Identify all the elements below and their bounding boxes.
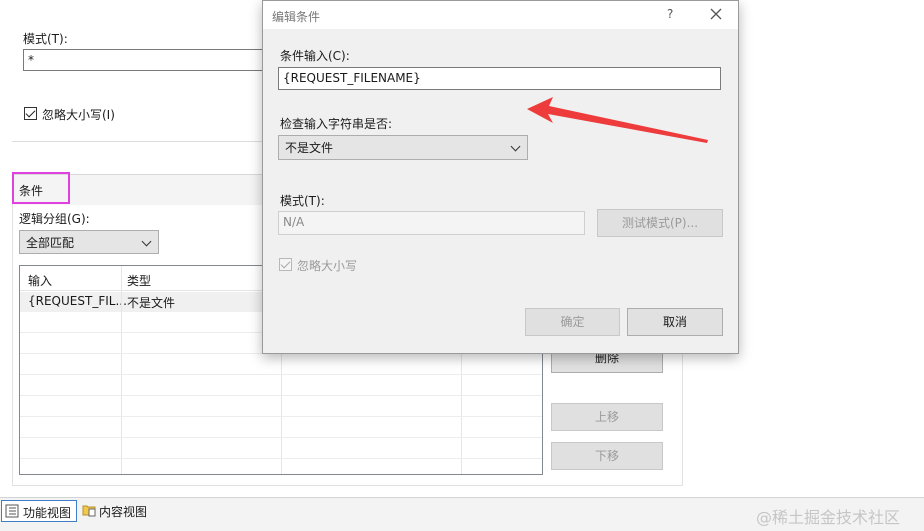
close-icon[interactable] (709, 7, 723, 21)
help-icon[interactable]: ? (667, 7, 673, 21)
logical-group-select[interactable]: 全部匹配 (19, 230, 159, 254)
check-type-select[interactable]: 不是文件 (278, 135, 528, 160)
ok-button[interactable]: 确定 (525, 308, 620, 336)
cancel-button[interactable]: 取消 (627, 308, 723, 336)
dialog-pattern-label: 模式(T): (280, 194, 325, 208)
edit-condition-dialog: 编辑条件 ? 条件输入(C): {REQUEST_FILENAME} 检查输入字… (262, 0, 739, 354)
ignore-case-checkbox[interactable] (24, 107, 37, 120)
move-up-button[interactable]: 上移 (551, 403, 663, 431)
ignore-case-label: 忽略大小写(I) (42, 108, 115, 122)
grid-header-input[interactable]: 输入 (28, 272, 52, 289)
tab-features-view-label: 功能视图 (23, 506, 72, 520)
move-down-button[interactable]: 下移 (551, 442, 663, 470)
watermark: @稀土掘金技术社区 (756, 508, 901, 527)
chevron-down-icon (141, 236, 152, 247)
condition-input-field[interactable]: {REQUEST_FILENAME} (278, 67, 721, 90)
grid-header-type[interactable]: 类型 (127, 272, 151, 289)
tab-content-view[interactable]: 内容视图 (79, 500, 155, 522)
content-view-icon (82, 505, 96, 517)
conditions-header: 条件 (19, 184, 44, 198)
condition-input-label: 条件输入(C): (280, 49, 350, 63)
tab-content-view-label: 内容视图 (99, 505, 148, 519)
check-type-label: 检查输入字符串是否: (280, 117, 393, 131)
row-input-cell: {REQUEST_FIL... (28, 294, 127, 308)
pattern-input[interactable]: * (23, 49, 268, 71)
dialog-pattern-input[interactable]: N/A (278, 211, 585, 235)
logical-group-value: 全部匹配 (26, 236, 75, 250)
row-type-cell: 不是文件 (127, 296, 176, 310)
tab-features-view[interactable]: 功能视图 (1, 500, 77, 522)
check-type-value: 不是文件 (285, 141, 334, 155)
test-pattern-button[interactable]: 测试模式(P)... (597, 209, 723, 237)
annotation-arrow (527, 97, 708, 143)
dialog-ignore-case-label: 忽略大小写 (297, 259, 358, 273)
dialog-ignore-case-checkbox[interactable] (279, 258, 292, 271)
logical-group-label: 逻辑分组(G): (19, 212, 90, 226)
features-view-icon (5, 504, 19, 518)
dialog-title: 编辑条件 (272, 10, 321, 24)
pattern-label: 模式(T): (23, 32, 68, 46)
